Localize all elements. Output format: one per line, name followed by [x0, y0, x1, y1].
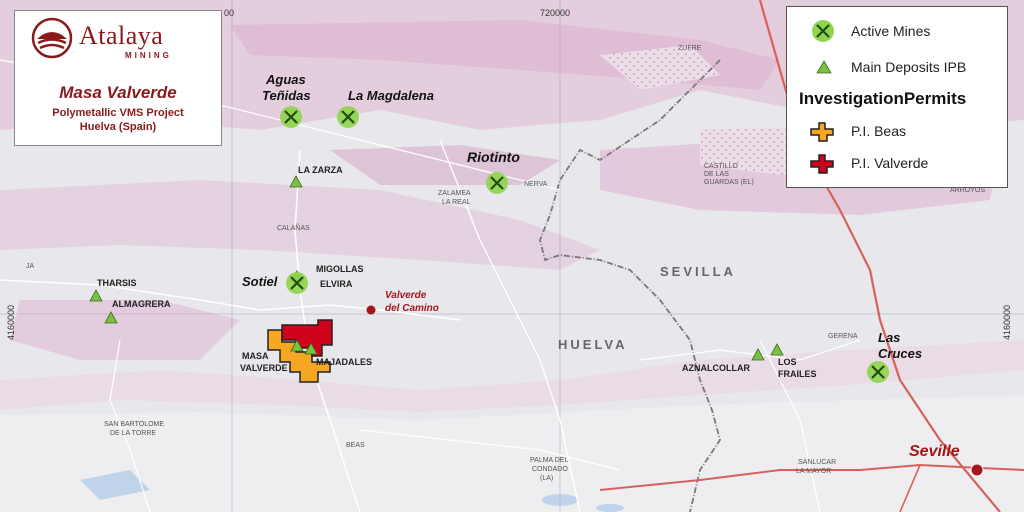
atalaya-logo-icon	[31, 17, 73, 59]
project-location: Huelva (Spain)	[79, 121, 157, 133]
town-sanlucar-2: LA MAYOR	[796, 468, 831, 475]
town-nerva: NERVA	[524, 181, 548, 188]
deposit-label-los-frailes-2: FRAILES	[778, 369, 817, 379]
town-san-bartolome-1: SAN BARTOLOME	[104, 421, 164, 428]
town-zalamea-2: LA REAL	[442, 199, 471, 206]
town-label-seville: Seville	[909, 443, 960, 460]
project-description: Polymetallic VMS Project	[52, 107, 184, 119]
town-arroyos: ARROYOS	[950, 187, 985, 194]
town-sanlucar-1: SANLUCAR	[798, 459, 836, 466]
legend: Active Mines Main Deposits IPB Investiga…	[786, 6, 1008, 188]
deposit-label-migollas: MIGOLLAS	[316, 264, 364, 274]
deposit-label-almagrera: ALMAGRERA	[112, 299, 171, 309]
legend-label-pi-beas: P.I. Beas	[851, 123, 907, 139]
mine-marker-las-cruces	[867, 361, 889, 383]
mine-marker-sotiel	[286, 272, 308, 294]
mine-label-aguas-1: Aguas	[265, 72, 306, 87]
town-calanas: CALAÑAS	[277, 223, 310, 232]
pi-valverde-swatch-icon	[810, 154, 834, 174]
mine-label-las-cruces-1: Las	[878, 330, 900, 345]
grid-label-y-right: 4160000	[1002, 305, 1012, 340]
town-palma-2: CONDADO	[532, 466, 568, 473]
town-label-valverde-1: Valverde	[385, 290, 427, 301]
deposit-triangle-icon	[816, 60, 832, 74]
deposit-label-tharsis: THARSIS	[97, 278, 137, 288]
brand-subtitle: MINING	[125, 51, 172, 60]
project-title: Masa Valverde	[59, 83, 177, 102]
mine-label-sotiel: Sotiel	[242, 274, 278, 289]
town-marker-valverde	[366, 305, 376, 315]
mine-label-riotinto: Riotinto	[467, 149, 520, 165]
grid-label-y-left: 4160000	[6, 305, 16, 340]
legend-label-main-deposits: Main Deposits IPB	[851, 59, 967, 75]
legend-item-main-deposits: Main Deposits IPB	[787, 55, 1007, 79]
town-san-bartolome-2: DE LA TORRE	[110, 430, 156, 437]
mine-marker-aguas-tenidas	[280, 106, 302, 128]
mine-label-la-magdalena: La Magdalena	[348, 88, 434, 103]
deposit-label-la-zarza: LA ZARZA	[298, 165, 343, 175]
active-mine-icon	[812, 20, 834, 42]
title-box: Atalaya MINING Masa Valverde Polymetalli…	[14, 10, 222, 146]
deposit-label-los-frailes-1: LOS	[778, 357, 797, 367]
town-zufre: ZUFRE	[678, 45, 702, 52]
town-zalamea-1: ZALAMEA	[438, 190, 471, 197]
town-palma-1: PALMA DEL	[530, 457, 568, 464]
legend-label-pi-valverde: P.I. Valverde	[851, 155, 929, 171]
grid-label-x: 720000	[540, 8, 570, 18]
legend-item-active-mines: Active Mines	[787, 19, 1007, 43]
pi-beas-swatch-icon	[810, 122, 834, 142]
deposit-label-masa-1: MASA	[242, 351, 269, 361]
province-label-sevilla: SEVILLA	[660, 264, 736, 279]
town-beas: BEAS	[346, 442, 365, 449]
town-palma-3: (LA)	[540, 475, 553, 482]
mine-label-las-cruces-2: Cruces	[878, 346, 922, 361]
deposit-label-elvira: ELVIRA	[320, 279, 353, 289]
legend-permits-heading: InvestigationPermits	[799, 89, 967, 108]
deposit-label-majadales: MAJADALES	[316, 357, 372, 367]
mine-marker-la-magdalena	[337, 106, 359, 128]
brand-name: Atalaya	[79, 21, 164, 50]
town-ja: JA	[26, 263, 35, 270]
deposit-label-aznalcollar: AZNALCOLLAR	[682, 363, 750, 373]
legend-label-active-mines: Active Mines	[851, 23, 931, 39]
legend-item-pi-valverde: P.I. Valverde	[787, 151, 1007, 175]
town-castillo-2: DE LAS	[704, 171, 729, 178]
mine-label-aguas-2: Teñidas	[262, 88, 311, 103]
town-label-valverde-2: del Camino	[385, 303, 439, 314]
town-gerena: GERENA	[828, 333, 858, 340]
province-label-huelva: HUELVA	[558, 337, 628, 352]
deposit-label-masa-2: VALVERDE	[240, 363, 288, 373]
legend-item-pi-beas: P.I. Beas	[787, 119, 1007, 143]
grid-label-x-left: 00	[224, 8, 234, 18]
town-castillo-1: CASTILLO	[704, 163, 738, 170]
town-marker-seville	[970, 463, 984, 477]
mine-marker-riotinto	[486, 172, 508, 194]
town-castillo-3: GUARDAS (EL)	[704, 179, 754, 186]
